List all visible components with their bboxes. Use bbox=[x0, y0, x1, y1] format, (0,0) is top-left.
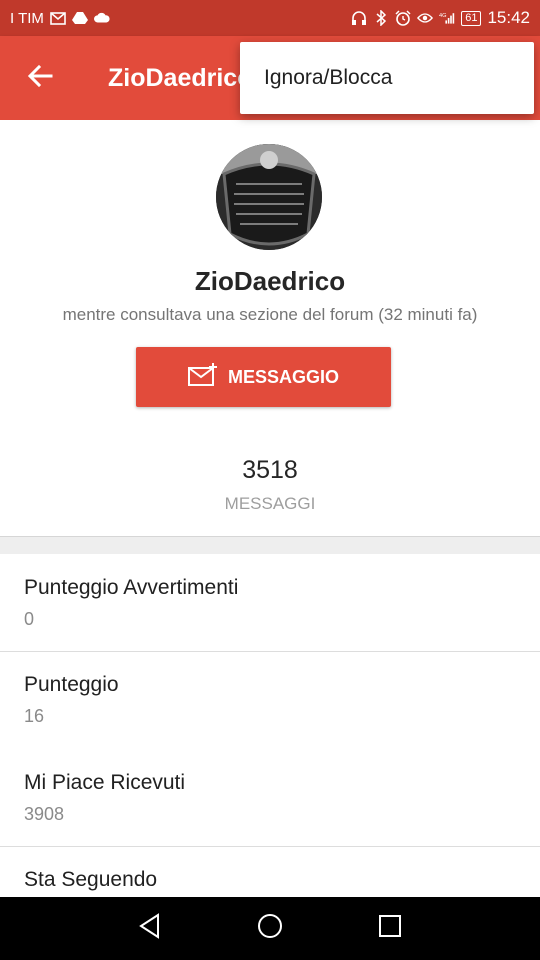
circle-home-icon bbox=[256, 912, 284, 945]
list-divider bbox=[0, 651, 540, 652]
username: ZioDaedrico bbox=[194, 266, 346, 296]
posts-label: MESSAGGI bbox=[224, 494, 316, 513]
back-button[interactable] bbox=[0, 36, 80, 120]
alarm-icon bbox=[395, 10, 411, 26]
profile-header: ZioDaedrico mentre consultava una sezion… bbox=[0, 120, 540, 536]
detail-title: Sta Seguendo bbox=[24, 868, 158, 891]
detail-title: Punteggio bbox=[24, 673, 119, 696]
overflow-menu: Ignora/Blocca bbox=[240, 42, 534, 114]
triangle-back-icon bbox=[138, 913, 162, 944]
bluetooth-icon bbox=[373, 10, 389, 26]
nav-home-button[interactable] bbox=[210, 897, 330, 960]
list-item: Punteggio Avvertimenti 0 bbox=[0, 576, 540, 630]
arrow-back-icon bbox=[27, 64, 53, 92]
cloud-icon bbox=[93, 10, 110, 26]
eye-icon bbox=[417, 10, 434, 26]
svg-text:4G: 4G bbox=[439, 13, 446, 19]
section-divider bbox=[0, 536, 540, 554]
compose-mail-icon bbox=[187, 362, 218, 392]
list-item: Punteggio 16 bbox=[0, 673, 540, 727]
detail-value: 0 bbox=[24, 609, 35, 629]
signal-4g-icon: 4G bbox=[439, 10, 455, 26]
avatar[interactable] bbox=[216, 144, 322, 250]
gmail-icon bbox=[50, 10, 66, 26]
menu-item-ignore-block[interactable]: Ignora/Blocca bbox=[240, 42, 534, 114]
detail-title: Mi Piace Ricevuti bbox=[24, 771, 186, 794]
nav-recents-button[interactable] bbox=[330, 897, 450, 960]
posts-count: 3518 bbox=[242, 456, 298, 484]
status-right: 4G 61 15:42 bbox=[351, 8, 530, 28]
headphones-icon bbox=[351, 10, 367, 26]
drive-icon bbox=[71, 10, 88, 26]
status-left: I TIM bbox=[10, 10, 110, 27]
message-button[interactable]: MESSAGGIO bbox=[136, 347, 391, 407]
battery-indicator: 61 bbox=[461, 10, 482, 26]
clock: 15:42 bbox=[487, 8, 530, 27]
detail-value: 3908 bbox=[24, 804, 65, 824]
detail-title: Punteggio Avvertimenti bbox=[24, 576, 239, 599]
status-bar: I TIM 4G 61 15:42 bbox=[0, 0, 540, 36]
message-button-label: MESSAGGIO bbox=[227, 366, 339, 387]
screen: I TIM 4G 61 15:42 ZioDaedrico Ignora/Blo… bbox=[0, 0, 540, 960]
page-title: ZioDaedrico bbox=[108, 63, 253, 92]
carrier-label: I TIM bbox=[10, 9, 44, 27]
square-recents-icon bbox=[378, 914, 402, 943]
detail-value: 16 bbox=[24, 706, 45, 726]
user-status: mentre consultava una sezione del forum … bbox=[62, 305, 478, 324]
list-item: Mi Piace Ricevuti 3908 bbox=[0, 771, 540, 825]
list-divider bbox=[0, 846, 540, 847]
nav-back-button[interactable] bbox=[90, 897, 210, 960]
navigation-bar bbox=[0, 897, 540, 960]
